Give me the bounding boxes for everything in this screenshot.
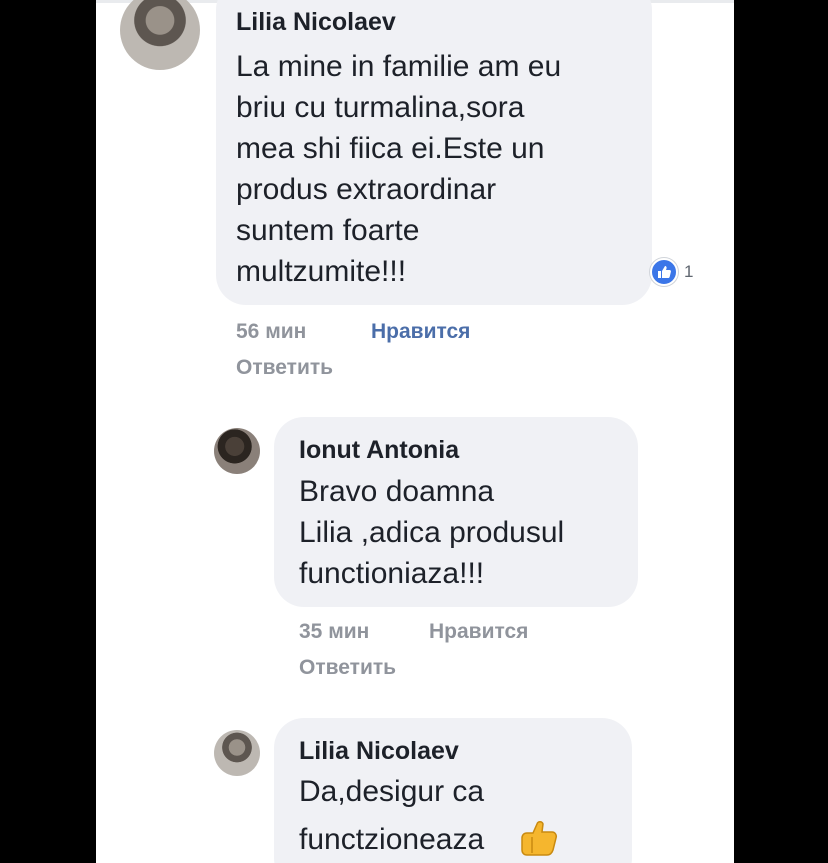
thumbs-up-emoji-icon [521,821,557,856]
comment-text-line: functzioneaza [299,823,485,856]
reaction-count: 1 [684,262,694,281]
comment-text-line: La mine in familie am eu [236,50,562,83]
reply-button[interactable]: Ответить [299,656,396,680]
comment-text-line: Bravo doamna [299,475,495,508]
comment-author[interactable]: Lilia Nicolaev [236,8,396,37]
avatar[interactable] [214,730,260,776]
comment-text-line: briu cu turmalina,sora [236,91,525,124]
comment-text-line: suntem foarte [236,214,420,247]
thumbs-up-icon [658,266,671,278]
comment-author[interactable]: Ionut Antonia [299,436,459,465]
comment-text-line: mea shi fiica ei.Este un [236,132,545,165]
avatar[interactable] [214,428,260,474]
like-button[interactable]: Нравится [429,620,528,644]
comment-timestamp[interactable]: 35 мин [299,620,369,644]
like-button[interactable]: Нравится [371,320,470,344]
comment-thread: Lilia Nicolaev La mine in familie am eu … [96,0,734,863]
comment-text-line: produs extraordinar [236,173,497,206]
like-reaction-icon[interactable] [650,258,678,286]
comment-text-line: functioniaza!!! [299,557,485,590]
comment-text-line: Lilia ,adica produsul [299,516,565,549]
comment-author[interactable]: Lilia Nicolaev [299,737,459,766]
comment-timestamp[interactable]: 56 мин [236,320,306,344]
reply-button[interactable]: Ответить [236,356,333,380]
comment-text-line: Da,desigur ca [299,775,485,808]
avatar[interactable] [120,0,200,70]
comment-text-line: multzumite!!! [236,255,407,288]
